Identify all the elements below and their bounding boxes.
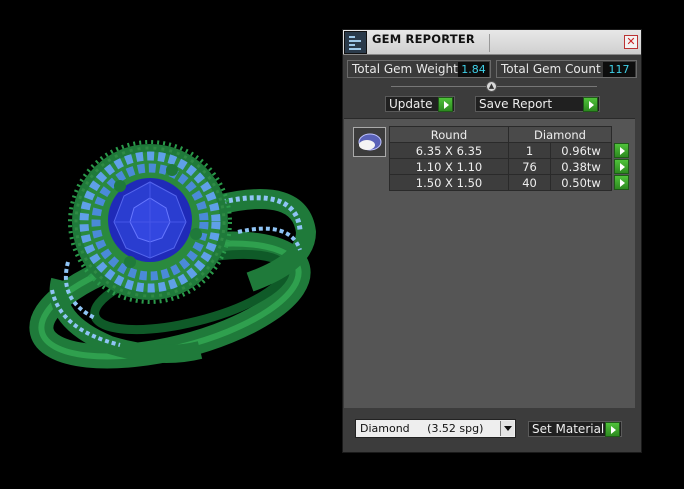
collapse-toggle-icon[interactable]: ▲ xyxy=(486,81,497,92)
gem-reporter-panel: GEM REPORTER ✕ Total Gem Weight 1.84 Tot… xyxy=(342,29,642,453)
material-selected-value: Diamond (3.52 spg) xyxy=(360,422,484,435)
update-button[interactable]: Update xyxy=(385,96,455,112)
gem-size: 1.50 X 1.50 xyxy=(389,174,509,191)
title-separator xyxy=(489,34,490,52)
total-gem-count-value: 117 xyxy=(603,62,635,77)
gem-size: 1.10 X 1.10 xyxy=(389,158,509,175)
panel-title: GEM REPORTER xyxy=(372,32,475,46)
panel-titlebar[interactable]: GEM REPORTER ✕ xyxy=(343,30,641,55)
play-arrow-icon[interactable] xyxy=(614,175,630,190)
gem-count: 1 xyxy=(507,142,552,159)
gem-list-area: Round Diamond 6.35 X 6.35 1 0.96tw 1.10 … xyxy=(344,118,635,408)
close-icon[interactable]: ✕ xyxy=(624,35,638,49)
material-dropdown[interactable]: Diamond (3.52 spg) xyxy=(355,419,516,438)
total-gem-count: Total Gem Count 117 xyxy=(496,60,637,78)
gem-count: 40 xyxy=(507,174,552,191)
play-arrow-icon[interactable] xyxy=(583,97,598,112)
set-material-label: Set Material xyxy=(532,422,605,436)
total-gem-weight-value: 1.84 xyxy=(458,62,489,77)
gem-weight: 0.96tw xyxy=(550,142,612,159)
total-gem-count-label: Total Gem Count xyxy=(501,62,601,76)
play-arrow-icon[interactable] xyxy=(614,143,629,158)
table-row: 1.10 X 1.10 76 0.38tw xyxy=(389,158,630,175)
table-row: 6.35 X 6.35 1 0.96tw xyxy=(389,142,630,159)
save-report-label: Save Report xyxy=(479,97,553,111)
3d-viewport[interactable] xyxy=(0,0,340,489)
header-shape: Round xyxy=(389,126,509,143)
header-material: Diamond xyxy=(508,126,612,143)
play-arrow-icon[interactable] xyxy=(614,159,629,174)
round-gem-icon[interactable] xyxy=(353,127,386,157)
gem-table: Round Diamond 6.35 X 6.35 1 0.96tw 1.10 … xyxy=(389,126,630,191)
gem-reporter-icon xyxy=(344,31,367,54)
table-row: 1.50 X 1.50 40 0.50tw xyxy=(389,174,630,191)
gem-weight: 0.50tw xyxy=(550,174,612,191)
total-gem-weight: Total Gem Weight 1.84 xyxy=(347,60,491,78)
ring-render xyxy=(29,140,317,369)
update-label: Update xyxy=(389,97,433,111)
save-report-button[interactable]: Save Report xyxy=(475,96,600,112)
set-material-button[interactable]: Set Material xyxy=(528,421,622,437)
play-arrow-icon[interactable] xyxy=(605,422,620,437)
gem-weight: 0.38tw xyxy=(550,158,612,175)
play-arrow-icon[interactable] xyxy=(438,97,453,112)
total-gem-weight-label: Total Gem Weight xyxy=(352,62,458,76)
chevron-down-icon[interactable] xyxy=(500,421,514,436)
gem-count: 76 xyxy=(507,158,552,175)
gem-size: 6.35 X 6.35 xyxy=(389,142,509,159)
